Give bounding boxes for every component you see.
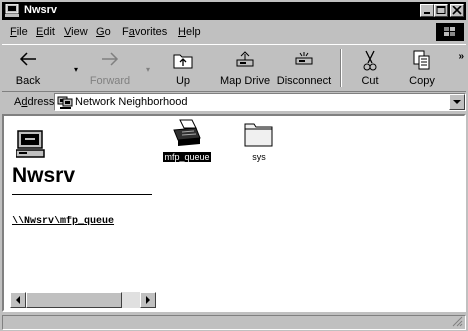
address-label: Address <box>14 96 55 108</box>
forward-button[interactable]: Forward <box>82 47 138 89</box>
up-button[interactable]: Up <box>164 47 202 89</box>
close-button[interactable] <box>450 4 464 17</box>
scissors-icon <box>363 50 377 71</box>
menu-bar: File Edit View Go Favorites Help <box>2 22 466 42</box>
scroll-right-button[interactable] <box>140 292 156 308</box>
scroll-track[interactable] <box>122 292 140 308</box>
maximize-button[interactable] <box>434 4 448 17</box>
map-drive-button[interactable]: Map Drive <box>216 47 274 89</box>
window-title: Nwsrv <box>24 4 58 16</box>
sys-folder-label: sys <box>252 152 266 162</box>
unc-path-link[interactable]: \\Nwsrv\mfp_queue <box>12 216 152 227</box>
menu-file[interactable]: File <box>10 26 28 38</box>
pane-title: Nwsrv <box>12 164 76 187</box>
windows-logo-icon <box>436 23 464 41</box>
back-label: Back <box>15 75 41 87</box>
sys-folder-item[interactable]: sys <box>224 118 294 163</box>
status-bar <box>2 314 466 330</box>
map-drive-label: Map Drive <box>219 75 271 87</box>
web-view-info-pane: Nwsrv \\Nwsrv\mfp_queue <box>4 116 156 310</box>
printer-queue-label: mfp_queue <box>163 152 211 162</box>
copy-button[interactable]: Copy <box>400 47 444 89</box>
folder-icon <box>244 123 273 147</box>
disconnect-drive-icon <box>295 52 313 65</box>
scroll-left-button[interactable] <box>10 292 26 308</box>
scroll-thumb[interactable] <box>26 292 122 308</box>
cut-label: Cut <box>361 75 379 87</box>
forward-dropdown-arrow[interactable]: ▾ <box>146 65 150 74</box>
title-bar[interactable]: Nwsrv <box>2 2 466 20</box>
address-bar: Address Network Neighborhood <box>2 92 466 112</box>
toolbar-separator <box>340 49 342 87</box>
printer-queue-item[interactable]: mfp_queue <box>152 118 222 163</box>
status-panel <box>2 315 466 330</box>
forward-arrow-icon <box>102 52 119 66</box>
back-dropdown-arrow[interactable]: ▾ <box>74 65 78 74</box>
address-input[interactable]: Network Neighborhood <box>75 96 188 108</box>
up-folder-icon <box>173 54 193 69</box>
disconnect-button[interactable]: Disconnect <box>274 47 334 89</box>
menu-view[interactable]: View <box>64 26 88 38</box>
menu-edit[interactable]: Edit <box>36 26 55 38</box>
menu-favorites[interactable]: Favorites <box>122 26 167 38</box>
network-neighborhood-icon <box>57 96 73 109</box>
horizontal-scrollbar[interactable] <box>10 292 156 308</box>
up-label: Up <box>175 75 191 87</box>
map-drive-icon <box>236 51 254 67</box>
back-arrow-icon <box>19 52 36 66</box>
folder-view: Nwsrv \\Nwsrv\mfp_queue mfp_queue sys <box>2 114 466 312</box>
back-button[interactable]: Back <box>6 47 50 89</box>
standard-toolbar: Back ▾ Forward ▾ Up Map Drive Disconnect… <box>2 44 466 92</box>
resize-grip-icon[interactable] <box>452 316 463 327</box>
cut-button[interactable]: Cut <box>350 47 390 89</box>
pane-divider <box>12 194 152 195</box>
computer-icon <box>5 4 19 17</box>
forward-label: Forward <box>89 75 131 87</box>
menu-help[interactable]: Help <box>178 26 201 38</box>
menu-go[interactable]: Go <box>96 26 111 38</box>
minimize-button[interactable] <box>420 4 434 17</box>
copy-icon <box>413 50 430 70</box>
toolbar-more-chevron[interactable]: » <box>458 51 464 62</box>
printer-icon <box>173 119 201 146</box>
copy-label: Copy <box>409 75 435 87</box>
address-dropdown-button[interactable] <box>449 94 465 110</box>
address-combo[interactable]: Network Neighborhood <box>54 93 466 111</box>
computer-icon <box>16 130 45 158</box>
explorer-window: Nwsrv File Edit View Go Favorites Help B… <box>0 0 468 331</box>
disconnect-label: Disconnect <box>276 75 332 87</box>
